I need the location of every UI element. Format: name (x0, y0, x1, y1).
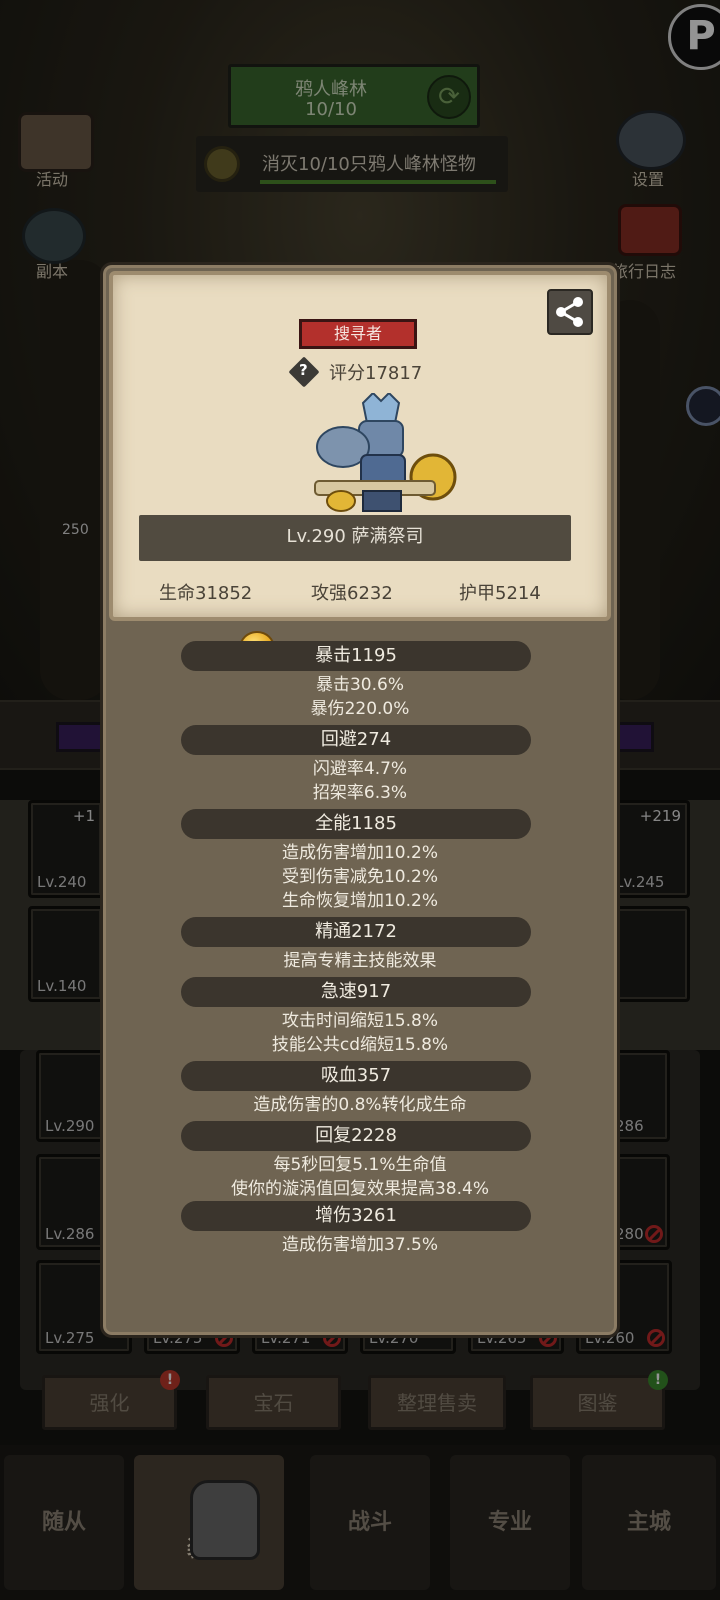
stat-line: 生命恢复增加10.2% (281, 891, 438, 911)
stat-line: 暴伤220.0% (310, 699, 410, 719)
stat-line: 暴击30.6% (315, 675, 404, 695)
character-card: 搜寻者 ? 评分17817 Lv.290 萨满祭司 生命31852 攻强6232… (109, 271, 611, 621)
stat-line: 造成伤害增加37.5% (281, 1235, 438, 1255)
stat-line: 使你的漩涡值回复效果提高38.4% (230, 1179, 489, 1199)
stat-header-haste: 急速917 (181, 977, 531, 1007)
stat-header-versatility: 全能1185 (181, 809, 531, 839)
stat-line: 造成伤害增加10.2% (281, 843, 438, 863)
stat-line: 提高专精主技能效果 (283, 951, 437, 971)
share-button[interactable] (547, 289, 593, 335)
hp-stat: 生命31852 (159, 583, 253, 604)
stat-line: 技能公共cd缩短15.8% (271, 1035, 449, 1055)
stat-line: 闪避率4.7% (312, 759, 408, 779)
score-value: 评分17817 (329, 363, 423, 384)
character-name: Lv.290 萨满祭司 (139, 515, 571, 561)
stat-header-crit: 暴击1195 (181, 641, 531, 671)
armor-stat: 护甲5214 (459, 583, 541, 604)
stat-header-regen: 回复2228 (181, 1121, 531, 1151)
stat-header-damage-bonus: 增伤3261 (181, 1201, 531, 1231)
stat-header-lifesteal: 吸血357 (181, 1061, 531, 1091)
character-stats-popup: 搜寻者 ? 评分17817 Lv.290 萨满祭司 生命31852 攻强6232… (100, 262, 620, 1338)
stat-header-avoidance: 回避274 (181, 725, 531, 755)
stat-line: 攻击时间缩短15.8% (281, 1011, 438, 1031)
share-icon (556, 297, 583, 327)
stat-line: 受到伤害减免10.2% (281, 867, 438, 887)
hero-portrait-icon (314, 393, 457, 512)
stat-header-mastery: 精通2172 (181, 917, 531, 947)
class-tag: 搜寻者 (299, 319, 417, 349)
stat-line: 造成伤害的0.8%转化成生命 (253, 1095, 467, 1115)
attack-stat: 攻强6232 (311, 583, 393, 604)
stat-line: 每5秒回复5.1%生命值 (273, 1155, 447, 1175)
stat-line: 招架率6.3% (312, 783, 408, 803)
